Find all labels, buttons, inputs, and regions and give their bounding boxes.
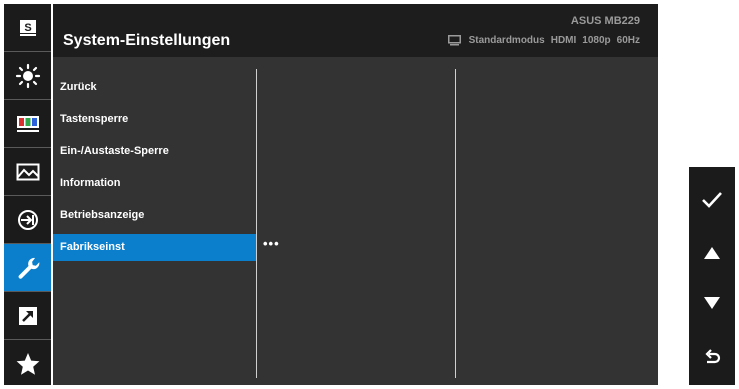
osd-sidebar: S	[4, 4, 51, 385]
status-line: Standardmodus HDMI 1080p 60Hz	[447, 35, 640, 46]
menu-item-factory-reset[interactable]: Fabrikseinst	[53, 234, 256, 261]
sidebar-item-brightness[interactable]	[4, 52, 51, 99]
status-resolution: 1080p	[582, 35, 611, 46]
column-divider	[455, 69, 456, 378]
star-icon	[16, 352, 39, 375]
model-name: ASUS MB229	[570, 15, 640, 27]
back-button[interactable]	[689, 335, 735, 381]
menu-item-information[interactable]: Information	[53, 170, 256, 197]
confirm-button[interactable]	[689, 177, 735, 223]
status-mode: Standardmodus	[468, 35, 545, 46]
status-refresh: 60Hz	[616, 35, 640, 46]
sidebar-item-input[interactable]	[4, 196, 51, 243]
svg-text:S: S	[24, 22, 31, 34]
sidebar-item-favorites[interactable]	[4, 340, 51, 387]
image-icon	[16, 163, 39, 180]
shortcut-arrow-icon	[18, 306, 37, 325]
up-button[interactable]	[689, 230, 735, 276]
sidebar-item-shortcut[interactable]	[4, 292, 51, 339]
arrow-down-icon	[704, 297, 720, 309]
osd-header: System-Einstellungen ASUS MB229 Standard…	[53, 4, 658, 57]
sidebar-item-color[interactable]	[4, 100, 51, 147]
checkmark-icon	[702, 192, 722, 208]
page-title: System-Einstellungen	[63, 32, 231, 49]
sidebar-item-splendid[interactable]: S	[4, 4, 51, 51]
column-divider	[256, 69, 257, 378]
status-input: HDMI	[550, 35, 577, 46]
submenu-indicator: •••	[263, 236, 280, 251]
brightness-icon	[15, 63, 40, 88]
input-select-icon	[17, 209, 38, 230]
menu-item-power-indicator[interactable]: Betriebsanzeige	[53, 202, 256, 229]
back-icon	[705, 349, 721, 364]
hardware-button-strip	[689, 167, 735, 385]
color-bars-icon	[16, 115, 39, 132]
wrench-icon	[18, 257, 39, 279]
osd-main-panel: System-Einstellungen ASUS MB229 Standard…	[53, 4, 658, 385]
menu-item-key-lock[interactable]: Tastensperre	[53, 106, 256, 133]
arrow-up-icon	[704, 247, 720, 259]
sidebar-item-image[interactable]	[4, 148, 51, 195]
menu-item-power-key-lock[interactable]: Ein-/Austaste-Sperre	[53, 138, 256, 165]
monitor-icon	[447, 35, 461, 46]
down-button[interactable]	[689, 280, 735, 326]
sidebar-item-system-settings[interactable]	[4, 244, 51, 291]
menu-item-back[interactable]: Zurück	[53, 74, 256, 101]
splendid-s-icon: S	[19, 19, 36, 36]
